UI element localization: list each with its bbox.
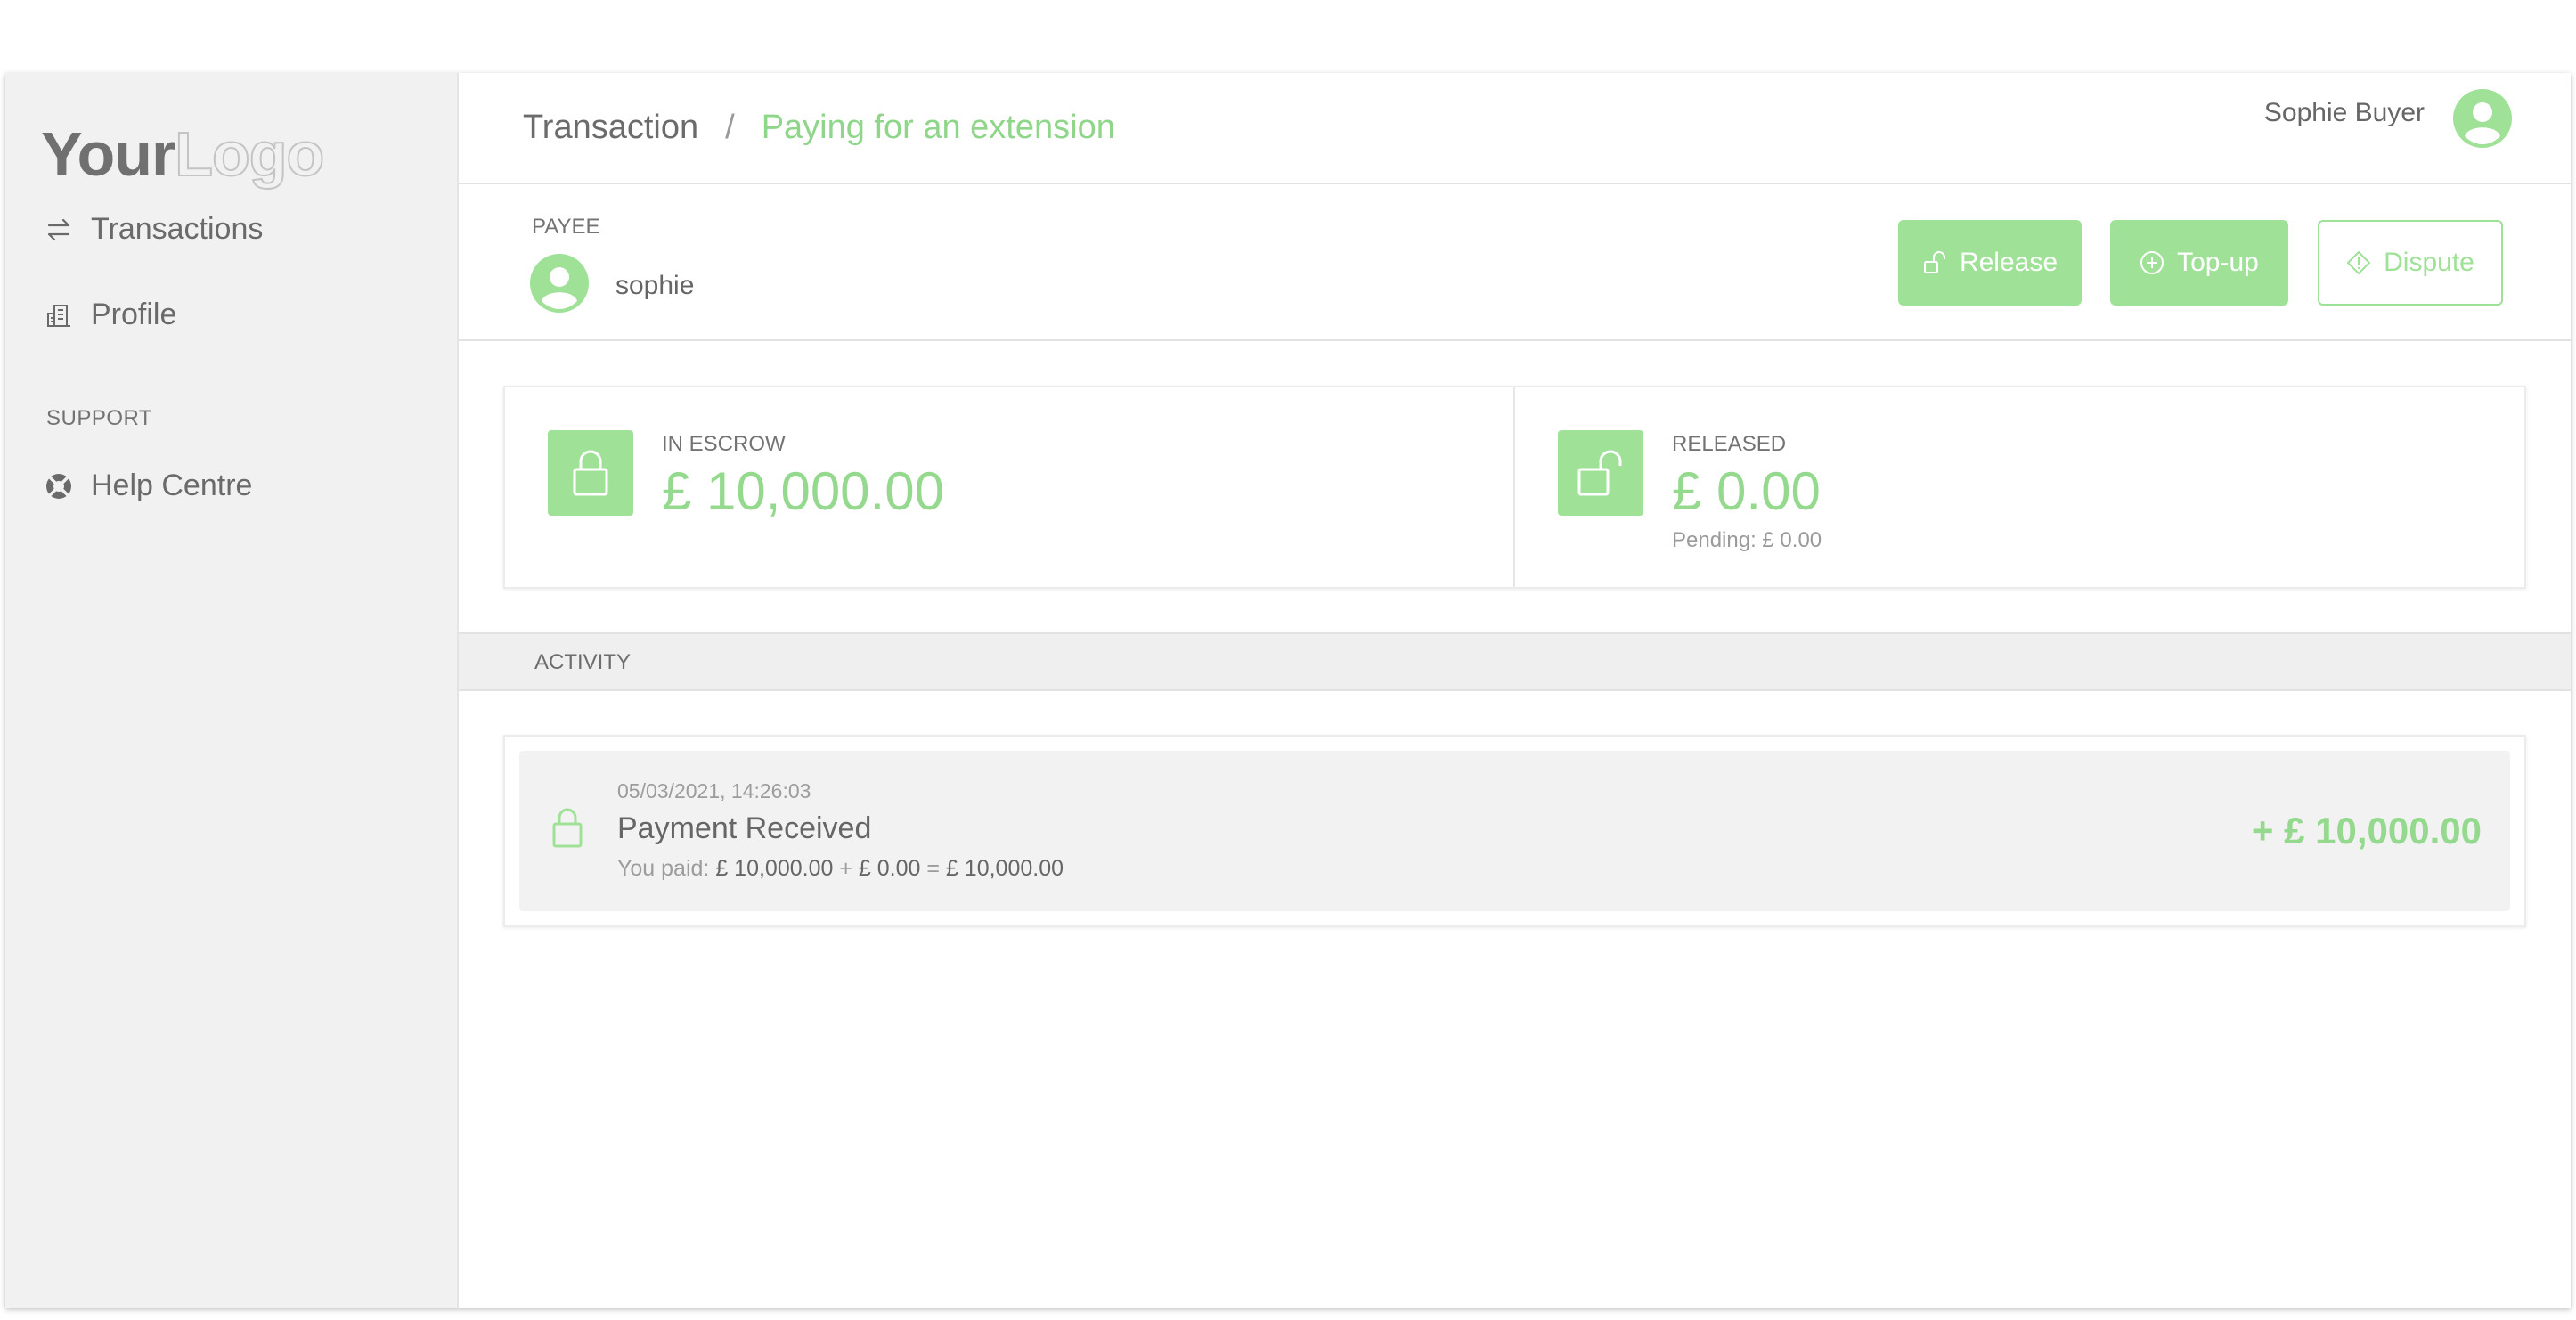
desc-amount: £ 10,000.00 — [715, 856, 834, 881]
activity-label: ACTIVITY — [534, 650, 632, 674]
breadcrumb-current: Paying for an extension — [761, 108, 1115, 146]
payee-bar: PAYEE sophie Release Top-up Dispute — [459, 184, 2571, 341]
released-amount: £ 0.00 — [1672, 461, 1821, 521]
logo-text-logo: Logo — [174, 119, 325, 189]
plus-circle-icon — [2140, 250, 2164, 275]
topup-button[interactable]: Top-up — [2110, 220, 2288, 306]
pending-amount: Pending: £ 0.00 — [1672, 528, 1822, 552]
desc-prefix: You paid: — [617, 856, 710, 881]
breadcrumb-root[interactable]: Transaction — [523, 109, 698, 147]
sidebar: YourLogo Transactions Profile SUPPORT He… — [5, 73, 459, 1308]
unlock-icon — [1558, 430, 1643, 516]
payee-label: PAYEE — [532, 215, 600, 239]
desc-fee: £ 0.00 — [858, 856, 921, 881]
escrow-balance: IN ESCROW £ 10,000.00 — [505, 387, 1515, 587]
payee-name: sophie — [615, 270, 695, 300]
lock-icon — [551, 806, 583, 853]
released-balance: RELEASED £ 0.00 Pending: £ 0.00 — [1515, 387, 2524, 587]
balances-panel: IN ESCROW £ 10,000.00 RELEASED £ 0.00 Pe… — [503, 386, 2526, 589]
sidebar-item-profile[interactable]: Profile — [45, 297, 176, 332]
topbar: Transaction / Paying for an extension So… — [459, 73, 2571, 184]
desc-plus: + — [839, 856, 852, 881]
sidebar-item-label: Transactions — [91, 212, 264, 246]
activity-header: ACTIVITY — [459, 632, 2571, 691]
released-label: RELEASED — [1672, 432, 1787, 456]
app-window: YourLogo Transactions Profile SUPPORT He… — [5, 73, 2571, 1308]
arrows-swap-icon — [45, 216, 73, 244]
support-section-label: SUPPORT — [46, 406, 153, 430]
dispute-label: Dispute — [2384, 248, 2474, 277]
user-menu[interactable]: Sophie Buyer — [2264, 89, 2512, 152]
breadcrumb: Transaction / Paying for an extension — [523, 100, 1115, 155]
sidebar-item-label: Profile — [91, 297, 177, 331]
activity-date: 05/03/2021, 14:26:03 — [617, 779, 811, 803]
lifebuoy-icon — [45, 472, 73, 501]
activity-description: You paid: £ 10,000.00 + £ 0.00 = £ 10,00… — [617, 856, 1064, 882]
activity-list: 05/03/2021, 14:26:03 Payment Received Yo… — [503, 735, 2526, 927]
avatar-icon — [530, 254, 589, 317]
main-content: Transaction / Paying for an extension So… — [459, 73, 2571, 1308]
sidebar-item-transactions[interactable]: Transactions — [45, 212, 263, 247]
alert-diamond-icon — [2346, 250, 2371, 275]
sidebar-item-help-centre[interactable]: Help Centre — [45, 469, 252, 503]
payee-info: sophie — [530, 254, 694, 317]
activity-amount: + £ 10,000.00 — [2251, 810, 2482, 851]
avatar-icon[interactable] — [2453, 89, 2512, 152]
building-icon — [45, 301, 73, 330]
unlock-icon — [1922, 250, 1947, 275]
release-label: Release — [1959, 248, 2058, 277]
sidebar-item-label: Help Centre — [91, 469, 253, 502]
topup-label: Top-up — [2177, 248, 2259, 277]
list-item[interactable]: 05/03/2021, 14:26:03 Payment Received Yo… — [519, 751, 2510, 911]
user-name: Sophie Buyer — [2263, 97, 2425, 127]
escrow-amount: £ 10,000.00 — [662, 461, 944, 521]
logo[interactable]: YourLogo — [41, 122, 325, 186]
dispute-button[interactable]: Dispute — [2318, 220, 2503, 306]
escrow-label: IN ESCROW — [662, 432, 786, 456]
release-button[interactable]: Release — [1898, 220, 2082, 306]
desc-equals: = — [926, 856, 940, 881]
logo-text-your: Your — [41, 119, 175, 189]
activity-title: Payment Received — [617, 811, 872, 845]
lock-icon — [548, 430, 633, 516]
breadcrumb-separator: / — [725, 108, 735, 146]
desc-total: £ 10,000.00 — [945, 856, 1064, 881]
